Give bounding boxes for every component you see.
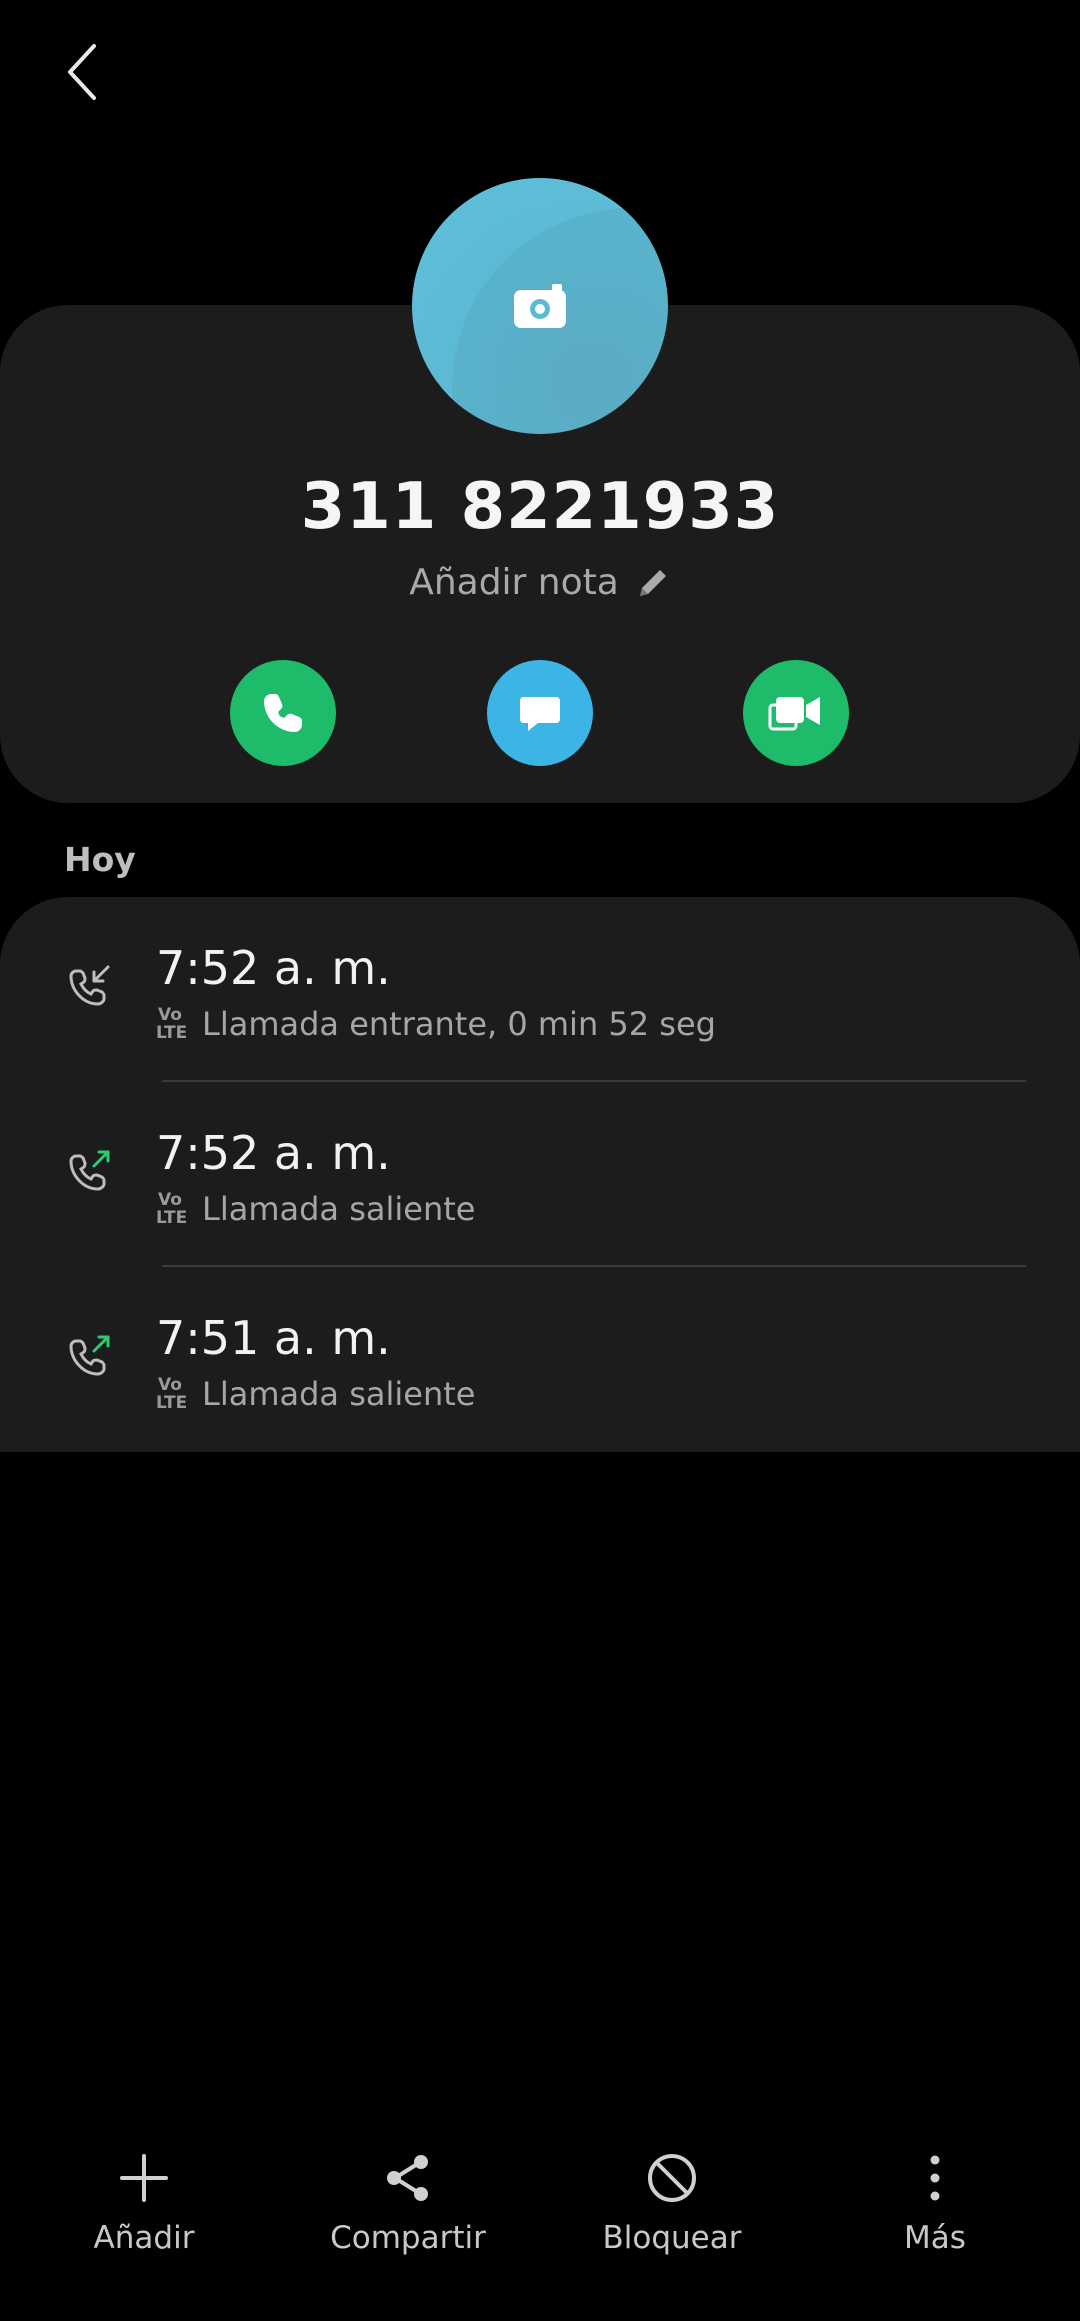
block-icon bbox=[644, 2150, 700, 2206]
add-note-button[interactable]: Añadir nota bbox=[0, 562, 1080, 603]
share-label: Compartir bbox=[330, 2220, 486, 2256]
block-label: Bloquear bbox=[602, 2220, 742, 2256]
volte-icon: Vo LTE bbox=[156, 1190, 188, 1228]
add-button[interactable]: Añadir bbox=[34, 2150, 254, 2256]
camera-icon bbox=[514, 284, 566, 328]
message-button[interactable] bbox=[487, 660, 593, 766]
phone-icon bbox=[264, 694, 302, 732]
message-icon bbox=[520, 697, 560, 731]
volte-icon: Vo LTE bbox=[156, 1375, 188, 1413]
more-button[interactable]: Más bbox=[825, 2150, 1045, 2256]
contact-avatar[interactable] bbox=[412, 178, 668, 434]
call-time: 7:52 a. m. bbox=[156, 941, 391, 995]
incoming-call-icon bbox=[69, 965, 110, 1006]
video-call-icon bbox=[768, 697, 820, 731]
back-button[interactable] bbox=[56, 40, 108, 104]
phone-number: 311 8221933 bbox=[300, 470, 780, 544]
more-label: Más bbox=[904, 2220, 966, 2256]
call-log-item[interactable]: 7:52 a. m. Vo LTE Llamada entrante, 0 mi… bbox=[0, 897, 1080, 1082]
call-description: Llamada saliente bbox=[202, 1375, 476, 1413]
outgoing-call-icon bbox=[69, 1335, 110, 1376]
share-button[interactable]: Compartir bbox=[298, 2150, 518, 2256]
call-description: Llamada entrante, 0 min 52 seg bbox=[202, 1005, 716, 1043]
section-label-today: Hoy bbox=[64, 840, 136, 879]
call-log-list: 7:52 a. m. Vo LTE Llamada entrante, 0 mi… bbox=[0, 897, 1080, 1452]
volte-icon: Vo LTE bbox=[156, 1005, 188, 1043]
add-note-label: Añadir nota bbox=[409, 562, 619, 603]
outgoing-call-icon bbox=[69, 1150, 110, 1191]
chevron-left-icon bbox=[68, 44, 96, 100]
share-icon bbox=[380, 2150, 436, 2206]
call-log-item[interactable]: 7:51 a. m. Vo LTE Llamada saliente bbox=[0, 1267, 1080, 1452]
call-log-item[interactable]: 7:52 a. m. Vo LTE Llamada saliente bbox=[0, 1082, 1080, 1267]
call-time: 7:51 a. m. bbox=[156, 1311, 391, 1365]
bottom-action-bar: Añadir Compartir Bloquear Más bbox=[0, 2150, 1080, 2290]
video-call-button[interactable] bbox=[743, 660, 849, 766]
add-label: Añadir bbox=[93, 2220, 195, 2256]
call-description: Llamada saliente bbox=[202, 1190, 476, 1228]
pencil-icon bbox=[635, 565, 671, 601]
plus-icon bbox=[116, 2150, 172, 2206]
call-time: 7:52 a. m. bbox=[156, 1126, 391, 1180]
block-button[interactable]: Bloquear bbox=[562, 2150, 782, 2256]
more-vertical-icon bbox=[907, 2150, 963, 2206]
call-button[interactable] bbox=[230, 660, 336, 766]
